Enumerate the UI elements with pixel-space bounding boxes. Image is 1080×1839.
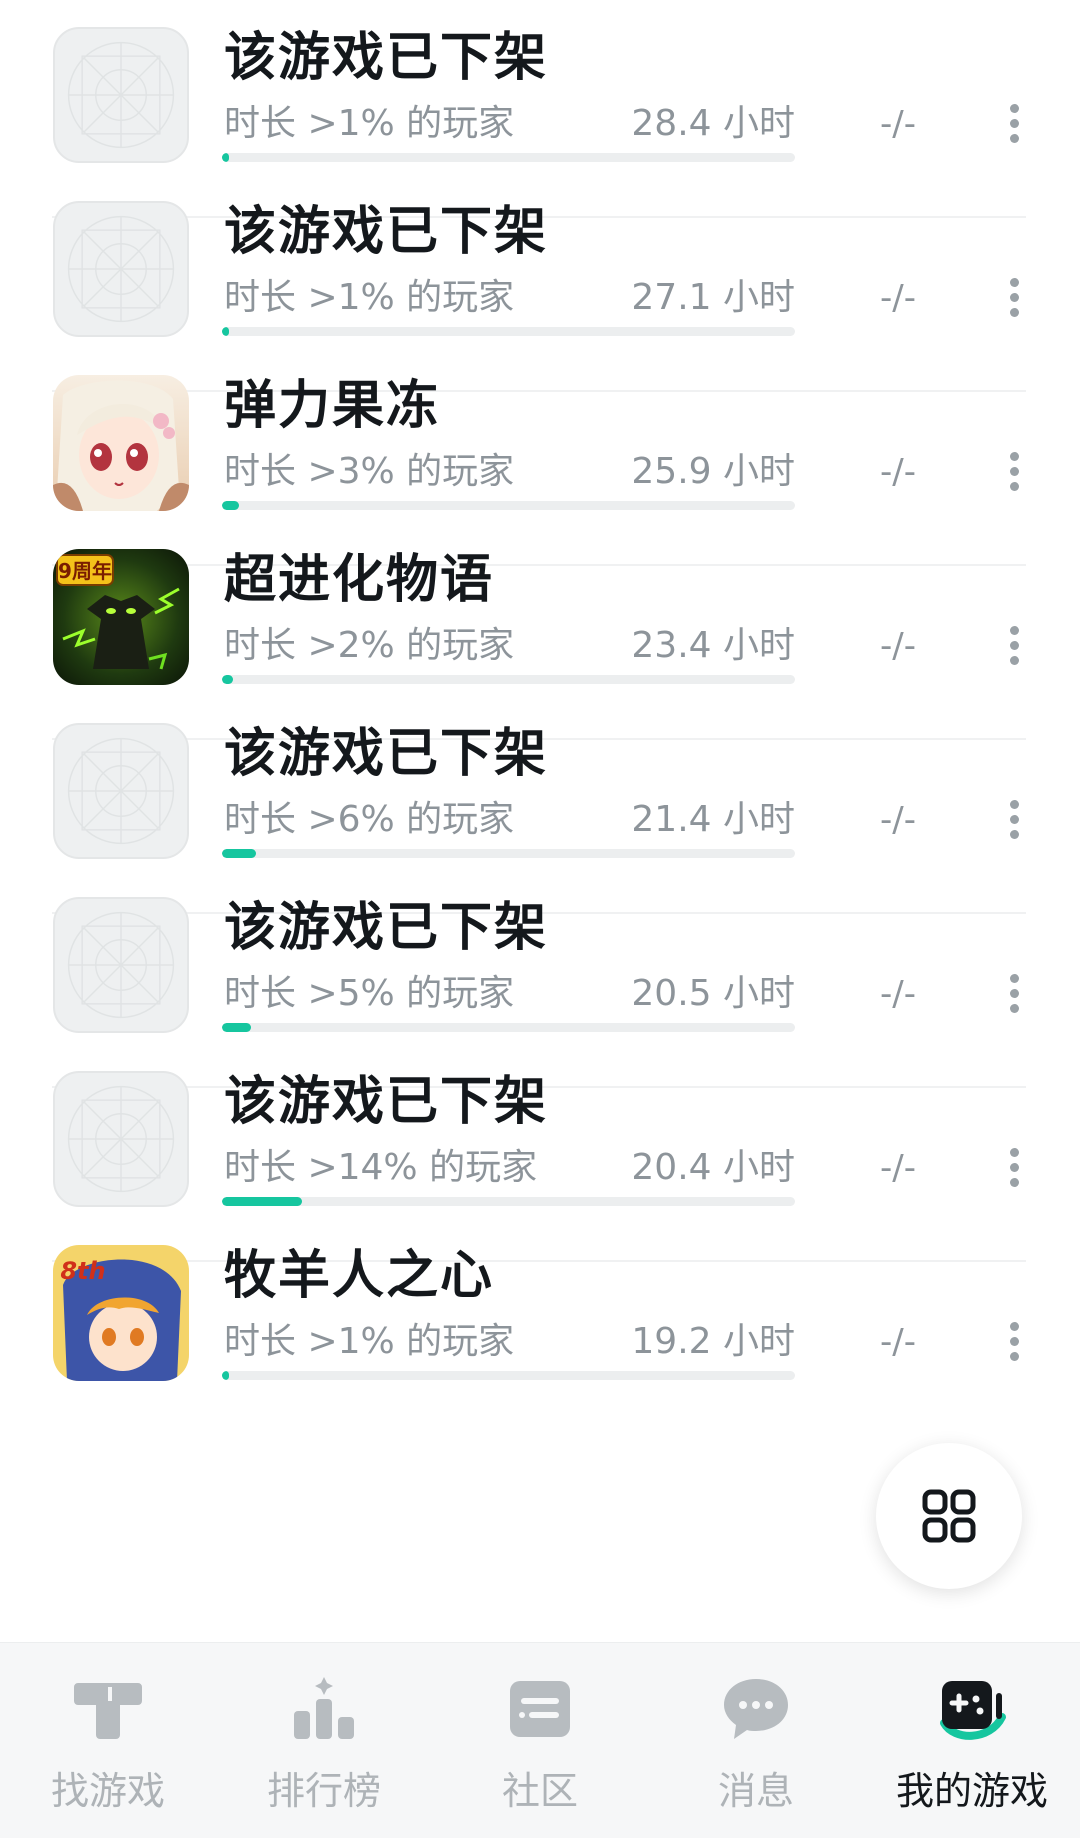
- playtime-hours: 25.9 小时: [631, 451, 795, 492]
- more-options-icon[interactable]: [1003, 1144, 1027, 1192]
- playtime-progress-bar: [222, 1023, 795, 1032]
- playtime-progress-bar: [222, 1197, 795, 1206]
- progress-fill: [222, 1371, 229, 1380]
- game-row[interactable]: 8th 牧羊人之心时长 >1% 的玩家 19.2 小时 -/-: [0, 1218, 1080, 1436]
- rating: -/-: [880, 278, 916, 318]
- playtime-progress-bar: [222, 1371, 795, 1380]
- progress-fill: [222, 153, 229, 162]
- playtime-percentile: 时长 >5% 的玩家: [224, 973, 515, 1014]
- tab-community[interactable]: 社区: [432, 1643, 648, 1839]
- svg-text:8th: 8th: [60, 1257, 105, 1285]
- game-title[interactable]: 弹力果冻: [224, 370, 440, 442]
- game-list: 该游戏已下架 时长 >1% 的玩家 28.4 小时 -/- 该游戏已下架 时长 >1% 的…: [0, 0, 1080, 1642]
- more-options-icon[interactable]: [1003, 100, 1027, 148]
- more-options-icon[interactable]: [1003, 274, 1027, 322]
- placeholder-icon[interactable]: [53, 1071, 189, 1207]
- playtime-percentile: 时长 >2% 的玩家: [224, 625, 515, 666]
- game-title[interactable]: 该游戏已下架: [224, 1066, 548, 1138]
- game-title[interactable]: 超进化物语: [224, 544, 494, 616]
- game-title[interactable]: 该游戏已下架: [224, 22, 548, 94]
- playtime-progress-bar: [222, 675, 795, 684]
- rating: -/-: [880, 974, 916, 1014]
- playtime-hours: 20.5 小时: [631, 973, 795, 1014]
- playtime-percentile: 时长 >14% 的玩家: [224, 1147, 538, 1188]
- playtime-hours: 27.1 小时: [631, 277, 795, 318]
- playtime-hours: 28.4 小时: [631, 103, 795, 144]
- progress-fill: [222, 1023, 251, 1032]
- tab-ranking[interactable]: 排行榜: [216, 1643, 432, 1839]
- playtime-hours: 23.4 小时: [631, 625, 795, 666]
- rating: -/-: [880, 104, 916, 144]
- community-icon: [510, 1681, 570, 1737]
- placeholder-icon[interactable]: [53, 27, 189, 163]
- ranking-icon: [294, 1677, 354, 1739]
- playtime-hours: 21.4 小时: [631, 799, 795, 840]
- playtime-percentile: 时长 >3% 的玩家: [224, 451, 515, 492]
- progress-fill: [222, 327, 229, 336]
- rating: -/-: [880, 1148, 916, 1188]
- anime-girl-game-icon[interactable]: [53, 375, 189, 511]
- playtime-percentile: 时长 >1% 的玩家: [224, 1321, 515, 1362]
- game-title[interactable]: 该游戏已下架: [224, 892, 548, 964]
- playtime-progress-bar: [222, 501, 795, 510]
- tab-label: 排行榜: [266, 1769, 381, 1813]
- grid-view-button[interactable]: [876, 1443, 1022, 1589]
- placeholder-icon[interactable]: [53, 723, 189, 859]
- more-options-icon[interactable]: [1003, 448, 1027, 496]
- playtime-progress-bar: [222, 849, 795, 858]
- tab-label: 消息: [717, 1769, 794, 1813]
- progress-fill: [222, 675, 234, 684]
- tab-messages[interactable]: 消息: [648, 1643, 864, 1839]
- tab-label: 我的游戏: [895, 1769, 1048, 1813]
- grid-icon: [922, 1489, 976, 1543]
- anime-character-game-icon[interactable]: 8th: [53, 1245, 189, 1381]
- tab-find-games[interactable]: 找游戏: [0, 1643, 216, 1839]
- playtime-hours: 20.4 小时: [631, 1147, 795, 1188]
- rating: -/-: [880, 800, 916, 840]
- playtime-percentile: 时长 >1% 的玩家: [224, 277, 515, 318]
- game-title[interactable]: 该游戏已下架: [224, 718, 548, 790]
- tab-label: 社区: [501, 1769, 578, 1813]
- more-options-icon[interactable]: [1003, 1318, 1027, 1366]
- bottom-tab-bar: 找游戏 排行榜 社区 消息 我的游戏: [0, 1642, 1080, 1838]
- progress-fill: [222, 1197, 303, 1206]
- svg-text:9周年: 9周年: [58, 559, 112, 583]
- message-icon: [724, 1679, 788, 1739]
- monster-game-icon[interactable]: 9周年: [53, 549, 189, 685]
- game-title[interactable]: 该游戏已下架: [224, 196, 548, 268]
- rating: -/-: [880, 1322, 916, 1362]
- rating: -/-: [880, 626, 916, 666]
- playtime-hours: 19.2 小时: [631, 1321, 795, 1362]
- game-title[interactable]: 牧羊人之心: [224, 1240, 494, 1312]
- more-options-icon[interactable]: [1003, 622, 1027, 670]
- find-games-icon: [74, 1683, 142, 1739]
- tab-my-games[interactable]: 我的游戏: [864, 1643, 1080, 1839]
- playtime-percentile: 时长 >6% 的玩家: [224, 799, 515, 840]
- progress-fill: [222, 849, 257, 858]
- tab-label: 找游戏: [50, 1769, 165, 1813]
- placeholder-icon[interactable]: [53, 897, 189, 1033]
- playtime-progress-bar: [222, 153, 795, 162]
- more-options-icon[interactable]: [1003, 796, 1027, 844]
- playtime-percentile: 时长 >1% 的玩家: [224, 103, 515, 144]
- progress-fill: [222, 501, 240, 510]
- rating: -/-: [880, 452, 916, 492]
- more-options-icon[interactable]: [1003, 970, 1027, 1018]
- placeholder-icon[interactable]: [53, 201, 189, 337]
- my-games-icon: [940, 1681, 1006, 1740]
- playtime-progress-bar: [222, 327, 795, 336]
